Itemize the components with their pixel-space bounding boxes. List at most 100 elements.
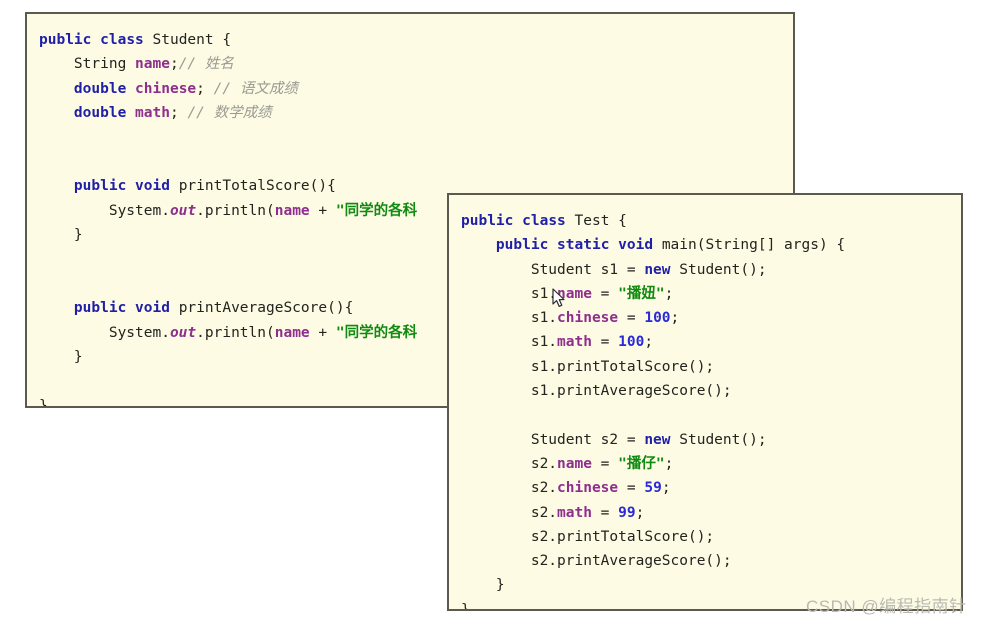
code-token-kw: void bbox=[135, 300, 170, 317]
code-token-pln: = bbox=[591, 285, 619, 302]
code-token-fld: name bbox=[274, 202, 310, 219]
code-token-pln: s1. bbox=[461, 334, 558, 351]
code-token-fldi: out bbox=[169, 202, 197, 219]
code-line: double chinese; // 语文成绩 bbox=[39, 77, 793, 101]
code-token-pln: = bbox=[591, 334, 619, 351]
code-line: double math; // 数学成绩 bbox=[39, 101, 793, 125]
code-token-pln: ; bbox=[635, 504, 645, 521]
code-token-fld: math bbox=[135, 105, 170, 122]
code-token-pln: } bbox=[461, 601, 470, 611]
code-line: public class Test { bbox=[461, 209, 961, 233]
code-line: Student s1 = new Student(); bbox=[461, 258, 961, 282]
code-token-pln: } bbox=[39, 227, 83, 244]
code-token-num: 100 bbox=[618, 334, 645, 351]
code-line: s2.chinese = 59; bbox=[461, 476, 961, 500]
code-token-pln: ; bbox=[664, 455, 674, 472]
code-token-fldi: out bbox=[169, 324, 197, 341]
code-token-pln: s2. bbox=[461, 480, 558, 497]
code-token-fld: name bbox=[274, 324, 310, 341]
code-token-fld: name bbox=[557, 285, 592, 302]
code-token-pln: String bbox=[39, 56, 136, 73]
code-line: s1.chinese = 100; bbox=[461, 306, 961, 330]
code-line: s2.math = 99; bbox=[461, 501, 961, 525]
code-token-pln: s2.printTotalScore(); bbox=[461, 528, 715, 545]
code-token-pln bbox=[126, 178, 135, 194]
code-token-pln: = bbox=[618, 480, 645, 497]
code-token-pln bbox=[39, 105, 74, 121]
code-token-pln bbox=[461, 237, 496, 253]
code-line: s1.printTotalScore(); bbox=[461, 355, 961, 379]
code-token-pln bbox=[39, 178, 74, 194]
code-token-pln: s2.printAverageScore(); bbox=[461, 553, 732, 570]
code-token-pln: Test { bbox=[565, 213, 627, 229]
code-token-pln bbox=[91, 32, 100, 48]
code-token-str: "同学的各科 bbox=[335, 324, 418, 341]
code-token-pln: printAverageScore(){ bbox=[169, 300, 354, 317]
code-token-cmt: // 语文成绩 bbox=[213, 80, 298, 97]
code-token-kw: static bbox=[557, 237, 610, 254]
csdn-watermark: CSDN @编程指南针 bbox=[806, 597, 967, 616]
code-token-pln: ; bbox=[670, 310, 680, 327]
code-token-cmt: // 数学成绩 bbox=[187, 105, 272, 122]
code-token-str: "同学的各科 bbox=[335, 202, 418, 219]
code-token-pln: s1.printAverageScore(); bbox=[461, 383, 732, 400]
code-token-pln: Student(); bbox=[670, 261, 767, 278]
code-token-pln: main(String[] args) { bbox=[653, 237, 846, 254]
code-token-pln: s1.printTotalScore(); bbox=[461, 358, 715, 375]
code-token-num: 100 bbox=[644, 310, 671, 327]
code-line: s2.printAverageScore(); bbox=[461, 549, 961, 573]
code-token-kw: double bbox=[73, 80, 127, 97]
code-token-fld: name bbox=[557, 455, 592, 472]
code-token-pln: ; bbox=[169, 105, 188, 122]
code-token-pln: s2. bbox=[461, 455, 558, 472]
code-token-pln: = bbox=[591, 504, 619, 521]
code-line: public static void main(String[] args) { bbox=[461, 233, 961, 257]
code-token-pln: s2. bbox=[461, 504, 558, 521]
code-token-str: "播仔" bbox=[618, 455, 665, 472]
code-token-pln: + bbox=[309, 324, 336, 341]
code-line: s2.name = "播仔"; bbox=[461, 452, 961, 476]
code-line: s1.math = 100; bbox=[461, 330, 961, 354]
code-token-pln: .println( bbox=[196, 324, 275, 341]
code-token-pln: System. bbox=[39, 202, 170, 219]
code-token-cmt: // 姓名 bbox=[178, 56, 234, 73]
code-line: s1.name = "播妞"; bbox=[461, 282, 961, 306]
code-token-pln: printTotalScore(){ bbox=[169, 178, 336, 195]
code-token-pln: Student s2 = bbox=[461, 431, 645, 448]
code-line: s2.printTotalScore(); bbox=[461, 525, 961, 549]
code-token-num: 99 bbox=[618, 504, 636, 521]
code-token-pln bbox=[39, 300, 74, 316]
code-content-test-class[interactable]: public class Test { public static void m… bbox=[449, 195, 961, 611]
screenshot-root: public class Student { String name;// 姓名… bbox=[0, 0, 997, 623]
code-token-fld: chinese bbox=[557, 310, 619, 327]
code-token-pln: Student s1 = bbox=[461, 261, 645, 278]
code-token-kw: public bbox=[495, 237, 549, 254]
code-token-pln: ; bbox=[644, 334, 654, 351]
code-token-pln bbox=[548, 237, 557, 253]
code-token-kw: class bbox=[522, 213, 566, 229]
code-token-pln: = bbox=[591, 455, 619, 472]
code-line: Student s2 = new Student(); bbox=[461, 428, 961, 452]
code-token-pln bbox=[513, 213, 522, 229]
code-token-kw: class bbox=[100, 32, 144, 48]
code-token-pln: System. bbox=[39, 324, 170, 341]
code-line: s1.printAverageScore(); bbox=[461, 379, 961, 403]
code-token-kw: public bbox=[73, 178, 127, 195]
code-token-kw: void bbox=[618, 237, 654, 254]
code-token-pln: s1. bbox=[461, 310, 558, 327]
code-token-fld: name bbox=[135, 56, 170, 73]
code-token-pln: ; bbox=[169, 56, 179, 73]
code-token-pln: ; bbox=[661, 480, 671, 497]
code-token-fld: chinese bbox=[135, 80, 197, 97]
code-token-pln: } bbox=[461, 577, 505, 594]
code-line: public class Student { bbox=[39, 28, 793, 52]
code-token-pln: ; bbox=[196, 80, 214, 97]
code-line: String name;// 姓名 bbox=[39, 52, 793, 76]
code-token-fld: math bbox=[557, 504, 592, 521]
code-panel-test-class: public class Test { public static void m… bbox=[447, 193, 963, 611]
code-token-pln bbox=[609, 237, 618, 253]
code-token-pln bbox=[126, 300, 135, 316]
